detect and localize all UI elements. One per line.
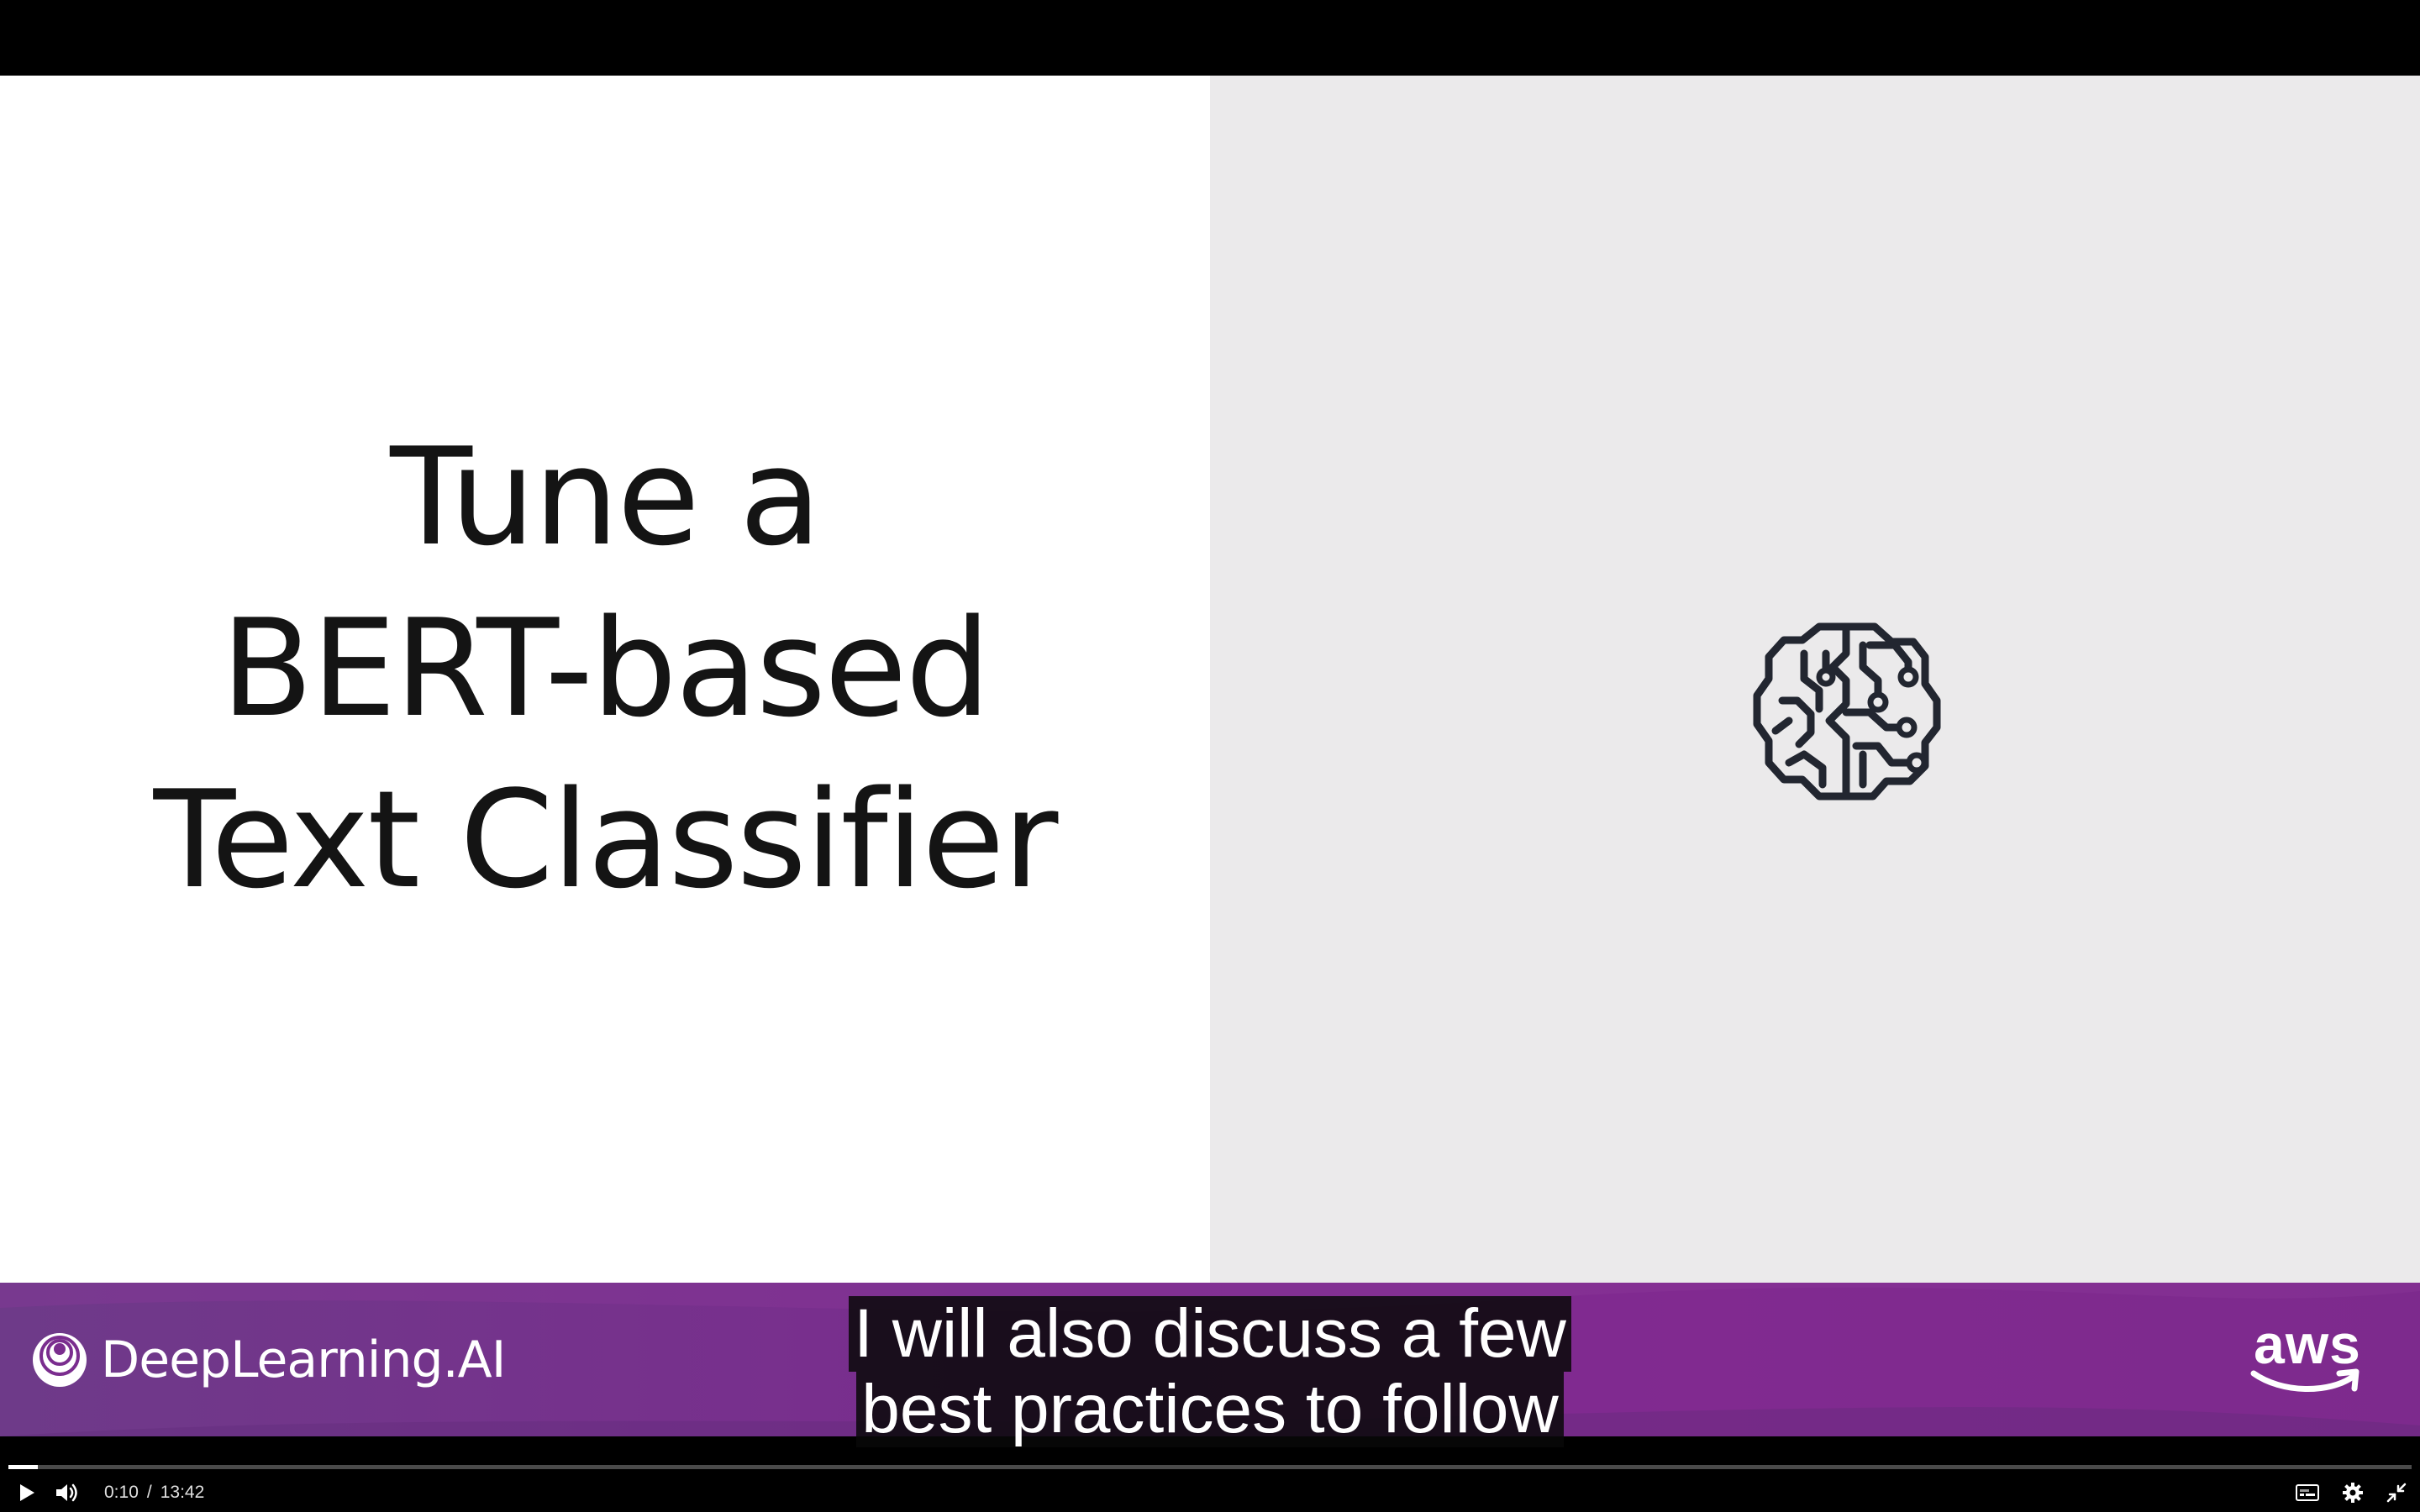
exit-fullscreen-icon [2386,1483,2407,1503]
slide-title-line-2: BERT-based [220,590,991,747]
caption-line-1: I will also discuss a few [849,1296,1571,1372]
exit-fullscreen-button[interactable] [2381,1480,2412,1505]
slide-right-panel [1210,76,2420,1283]
slide[interactable]: Tune a BERT-based Text Classifier DeepLe… [0,76,2420,1436]
captions-button[interactable] [2292,1480,2323,1505]
volume-icon [56,1483,77,1502]
caption-line-2: best practices to follow [856,1372,1564,1447]
time-display: 0:10 / 13:42 [104,1481,204,1504]
play-button[interactable] [12,1480,42,1505]
video-frame: Tune a BERT-based Text Classifier DeepLe… [0,0,2420,1512]
slide-left-panel: Tune a BERT-based Text Classifier [0,76,1210,1283]
slide-title: Tune a BERT-based Text Classifier [0,412,1210,926]
duration: 13:42 [160,1483,205,1502]
brain-circuit-icon [1753,622,1941,801]
captions-icon [2296,1484,2319,1501]
current-time: 0:10 [104,1483,139,1502]
gear-icon [2343,1483,2363,1503]
slide-title-line-1: Tune a [390,418,822,575]
volume-button[interactable] [52,1480,82,1505]
progress-bar-fill [8,1465,38,1469]
progress-bar[interactable] [8,1465,2412,1469]
time-separator: / [146,1483,152,1502]
slide-title-line-3: Text Classifier [153,761,1059,918]
subtitle-captions: I will also discuss a few best practices… [0,1296,2420,1447]
settings-button[interactable] [2338,1480,2368,1505]
video-control-bar [0,1466,2420,1512]
play-icon [20,1484,34,1501]
